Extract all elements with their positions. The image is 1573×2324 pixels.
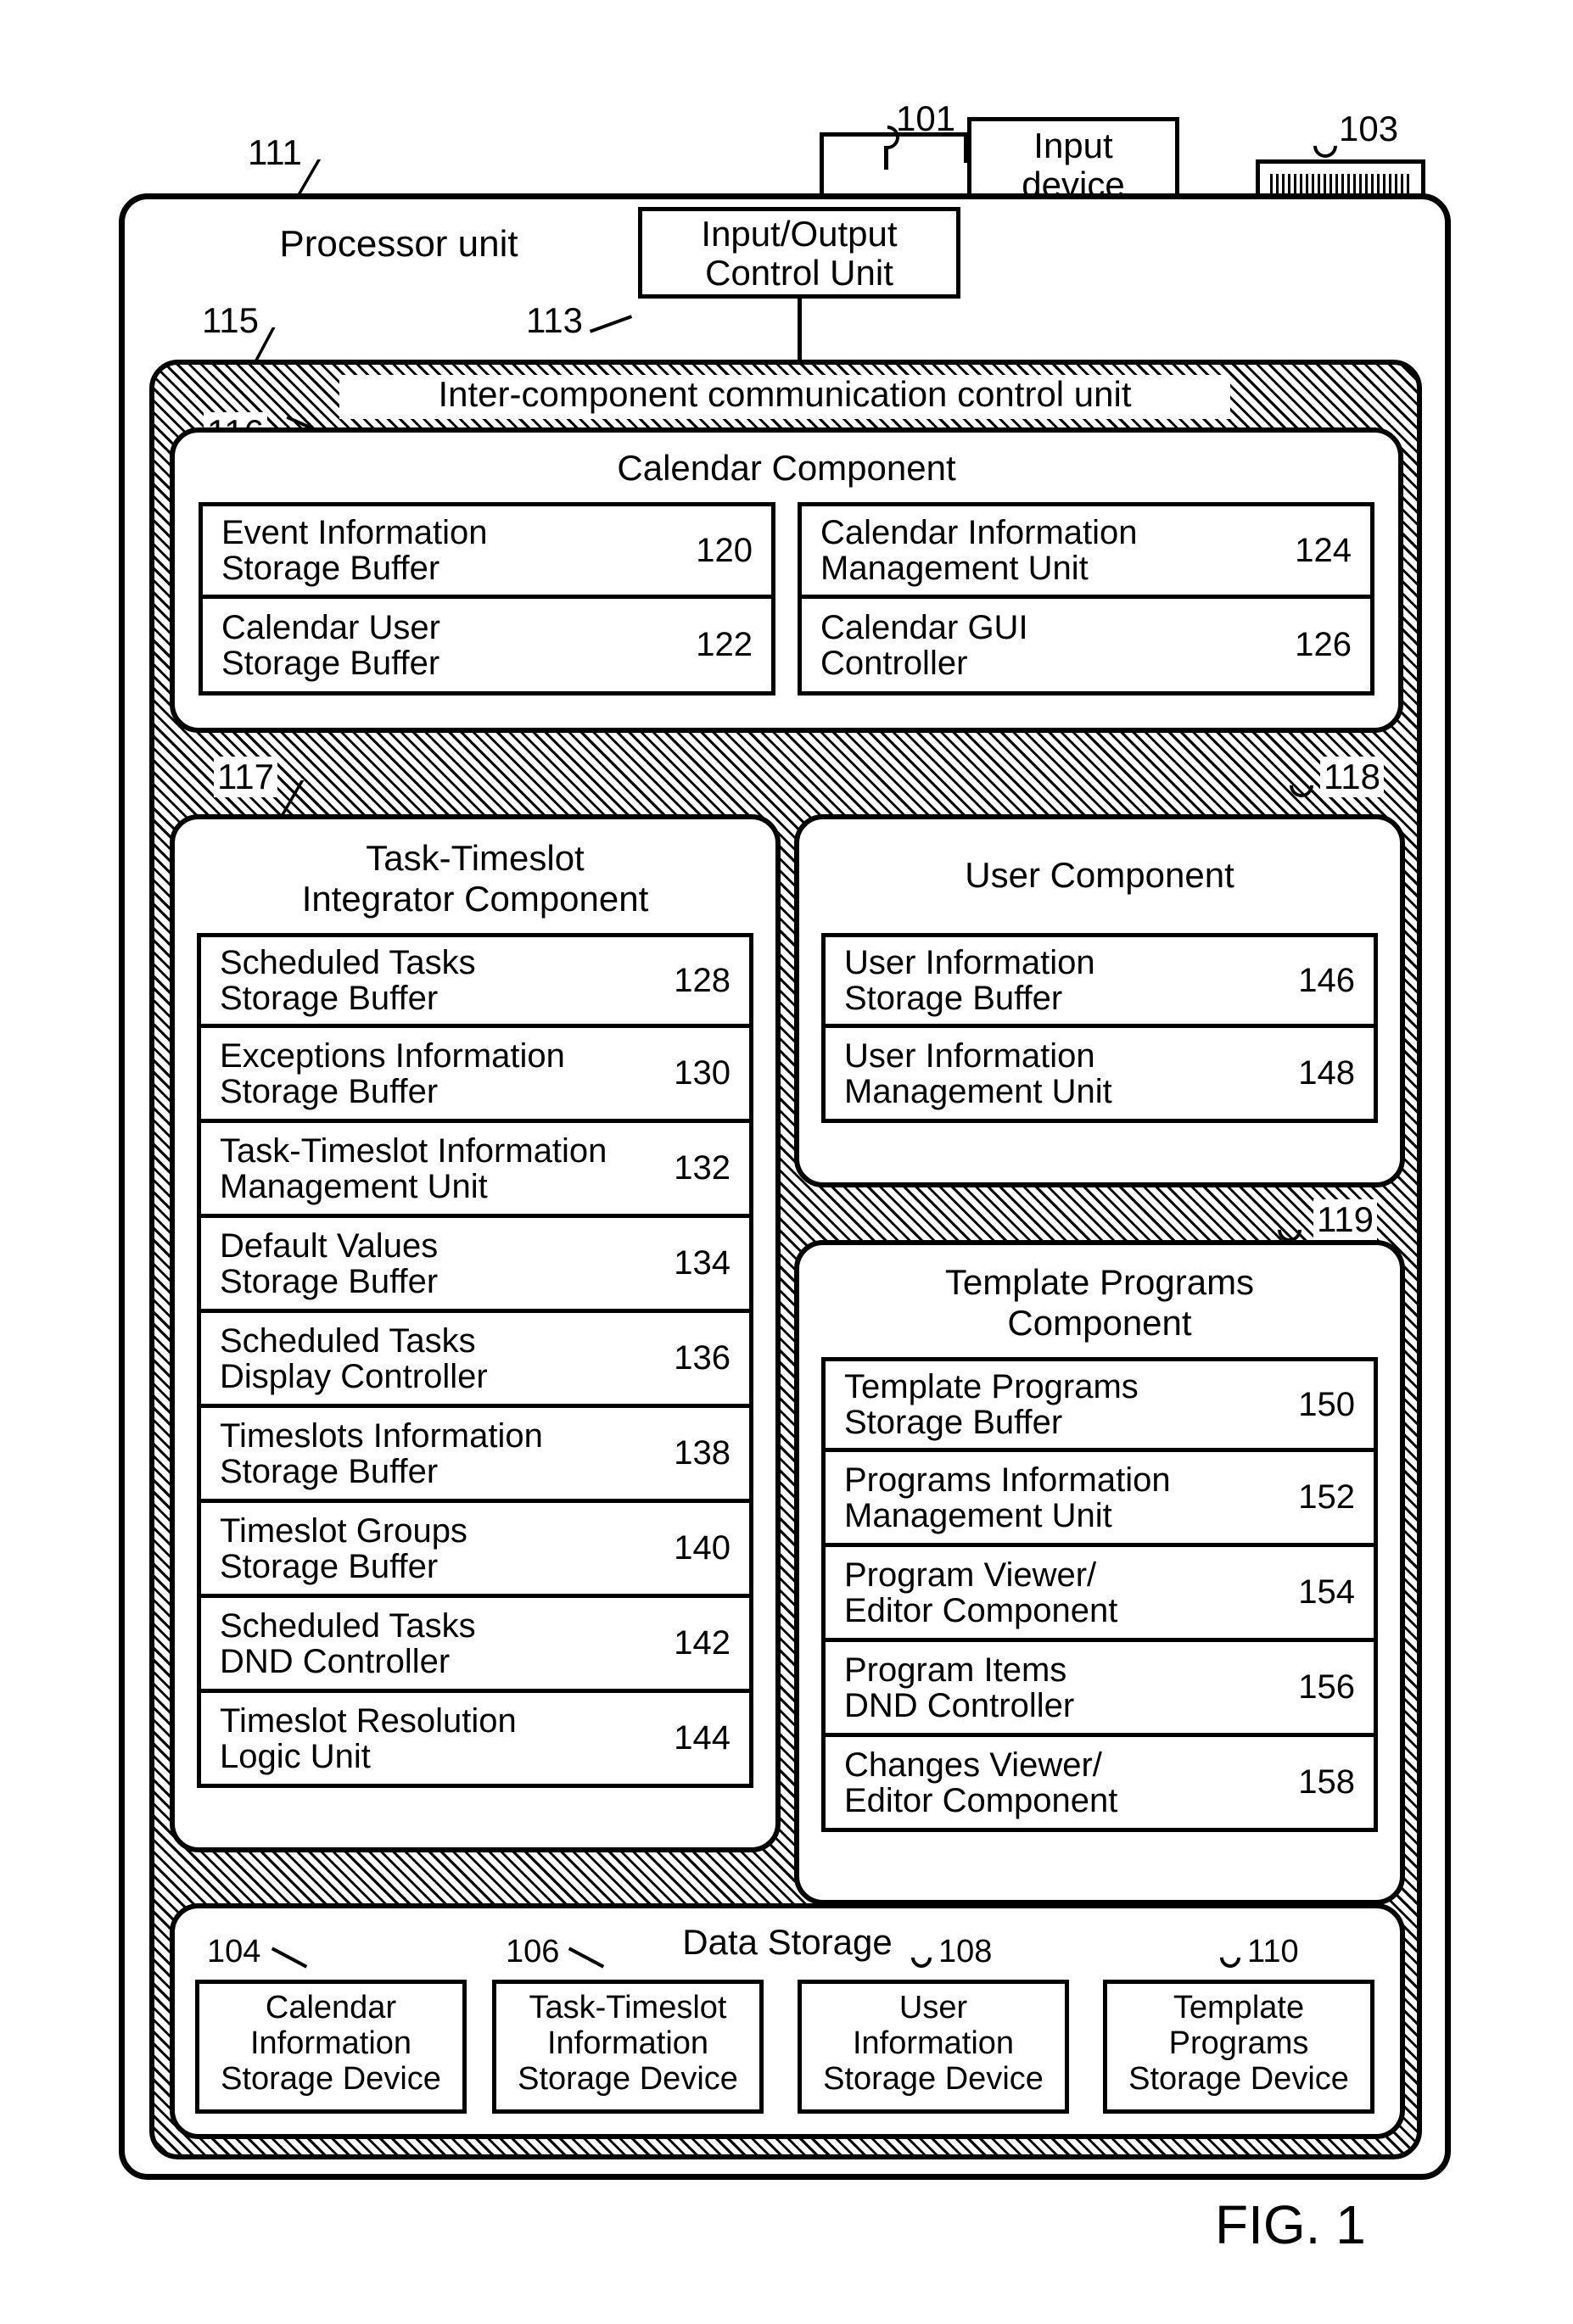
iccu-title: Inter-component communication control un… xyxy=(339,375,1230,419)
ref-104: 104 xyxy=(207,1934,260,1970)
calendar-left-col: Event Information Storage Buffer 120 Cal… xyxy=(199,502,775,696)
tti-128-label: Scheduled Tasks Storage Buffer xyxy=(220,945,476,1016)
tti-144-num: 144 xyxy=(674,1719,731,1757)
tti-row-132: Task-Timeslot Information Management Uni… xyxy=(197,1123,753,1218)
hook-103 xyxy=(1308,129,1342,163)
tpl-150-label: Template Programs Storage Buffer xyxy=(844,1369,1139,1440)
ref-117: 117 xyxy=(214,757,277,797)
cal-row-124-num: 124 xyxy=(1295,532,1352,570)
ref-119: 119 xyxy=(1313,1199,1377,1240)
tti-row-136: Scheduled Tasks Display Controller 136 xyxy=(197,1313,753,1408)
tti-130-label: Exceptions Information Storage Buffer xyxy=(220,1038,565,1109)
figure-label: FIG. 1 xyxy=(1215,2193,1366,2256)
calendar-title: Calendar Component xyxy=(170,441,1403,489)
calendar-right-col: Calendar Information Management Unit 124… xyxy=(798,502,1374,696)
user-148-num: 148 xyxy=(1298,1054,1355,1092)
tti-140-num: 140 xyxy=(674,1529,731,1567)
storage-108: User Information Storage Device xyxy=(798,1980,1069,2114)
tti-rows: Scheduled Tasks Storage Buffer 128 Except… xyxy=(197,933,753,1788)
user-146-label: User Information Storage Buffer xyxy=(844,945,1095,1016)
tti-134-num: 134 xyxy=(674,1244,731,1282)
tpl-154-label: Program Viewer/ Editor Component xyxy=(844,1557,1117,1628)
tpl-156-label: Program Items DND Controller xyxy=(844,1652,1074,1723)
io-control-unit: Input/Output Control Unit xyxy=(638,207,960,299)
ref-113: 113 xyxy=(526,300,583,341)
tpl-158-label: Changes Viewer/ Editor Component xyxy=(844,1747,1117,1818)
conn-input-io-v2 xyxy=(964,132,968,163)
ref-103: 103 xyxy=(1339,109,1398,149)
tti-138-label: Timeslots Information Storage Buffer xyxy=(220,1418,543,1489)
tti-128-num: 128 xyxy=(674,962,731,1000)
cal-row-124: Calendar Information Management Unit 124 xyxy=(798,502,1374,599)
tti-row-138: Timeslots Information Storage Buffer 138 xyxy=(197,1408,753,1503)
tpl-152-num: 152 xyxy=(1298,1478,1355,1517)
cal-row-126-label: Calendar GUI Controller xyxy=(820,610,1028,681)
tpl-158-num: 158 xyxy=(1298,1763,1355,1802)
cal-row-120-label: Event Information Storage Buffer xyxy=(221,515,488,586)
tti-138-num: 138 xyxy=(674,1434,731,1472)
tti-130-num: 130 xyxy=(674,1054,731,1092)
user-row-148: User Information Management Unit 148 xyxy=(821,1028,1378,1123)
tpl-152-label: Programs Information Management Unit xyxy=(844,1462,1171,1534)
tti-142-num: 142 xyxy=(674,1624,731,1662)
cal-row-122-label: Calendar User Storage Buffer xyxy=(221,610,440,681)
tti-132-label: Task-Timeslot Information Management Uni… xyxy=(220,1133,607,1204)
cal-row-126: Calendar GUI Controller 126 xyxy=(798,599,1374,696)
cal-row-122: Calendar User Storage Buffer 122 xyxy=(199,599,775,696)
ref-110: 110 xyxy=(1247,1934,1299,1970)
cal-row-126-num: 126 xyxy=(1295,626,1352,664)
tpl-row-156: Program Items DND Controller 156 xyxy=(821,1642,1378,1737)
ref-108: 108 xyxy=(938,1934,992,1970)
tpl-row-152: Programs Information Management Unit 152 xyxy=(821,1452,1378,1547)
tpl-row-150: Template Programs Storage Buffer 150 xyxy=(821,1357,1378,1452)
user-146-num: 146 xyxy=(1298,962,1355,1000)
tti-142-label: Scheduled Tasks DND Controller xyxy=(220,1608,476,1679)
tpl-154-num: 154 xyxy=(1298,1573,1355,1612)
storage-106: Task-Timeslot Information Storage Device xyxy=(492,1980,764,2114)
ref-118: 118 xyxy=(1320,757,1384,797)
storage-104: Calendar Information Storage Device xyxy=(195,1980,467,2114)
tti-row-130: Exceptions Information Storage Buffer 130 xyxy=(197,1028,753,1123)
tti-title: Task-Timeslot Integrator Component xyxy=(170,831,781,919)
ref-115: 115 xyxy=(202,300,259,341)
tpl-156-num: 156 xyxy=(1298,1668,1355,1707)
tti-132-num: 132 xyxy=(674,1149,731,1187)
cal-row-120-num: 120 xyxy=(696,532,753,570)
ref-106: 106 xyxy=(506,1934,559,1970)
cal-row-120: Event Information Storage Buffer 120 xyxy=(199,502,775,599)
tti-140-label: Timeslot Groups Storage Buffer xyxy=(220,1513,467,1584)
tpl-150-num: 150 xyxy=(1298,1386,1355,1424)
tti-144-label: Timeslot Resolution Logic Unit xyxy=(220,1703,517,1774)
tti-134-label: Default Values Storage Buffer xyxy=(220,1228,438,1299)
user-row-146: User Information Storage Buffer 146 xyxy=(821,933,1378,1028)
tpl-rows: Template Programs Storage Buffer 150 Prog… xyxy=(821,1357,1378,1832)
tti-row-144: Timeslot Resolution Logic Unit 144 xyxy=(197,1693,753,1788)
user-148-label: User Information Management Unit xyxy=(844,1038,1112,1109)
tti-row-128: Scheduled Tasks Storage Buffer 128 xyxy=(197,933,753,1028)
tti-row-142: Scheduled Tasks DND Controller 142 xyxy=(197,1598,753,1693)
cal-row-124-label: Calendar Information Management Unit xyxy=(820,515,1138,586)
tti-136-num: 136 xyxy=(674,1339,731,1377)
user-rows: User Information Storage Buffer 146 User … xyxy=(821,933,1378,1123)
lead-101 xyxy=(884,146,888,170)
tpl-row-158: Changes Viewer/ Editor Component 158 xyxy=(821,1737,1378,1832)
tpl-title: Template Programs Component xyxy=(794,1255,1405,1344)
tpl-row-154: Program Viewer/ Editor Component 154 xyxy=(821,1547,1378,1642)
processor-label: Processor unit xyxy=(221,224,577,265)
tti-row-134: Default Values Storage Buffer 134 xyxy=(197,1218,753,1313)
conn-input-io-h xyxy=(820,132,967,137)
cal-row-122-num: 122 xyxy=(696,626,753,664)
user-title: User Component xyxy=(794,848,1405,896)
conn-io-iccu xyxy=(798,299,802,361)
storage-110: Template Programs Storage Device xyxy=(1103,1980,1374,2114)
tti-136-label: Scheduled Tasks Display Controller xyxy=(220,1323,488,1394)
ref-111: 111 xyxy=(248,132,302,173)
tti-row-140: Timeslot Groups Storage Buffer 140 xyxy=(197,1503,753,1598)
